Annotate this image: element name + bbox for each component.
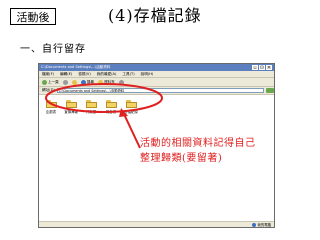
highlight-ellipse [45, 83, 163, 113]
annotation-line-1: 活動的相關資料記得自己 [140, 138, 256, 149]
callout-arrow-line [122, 111, 141, 149]
annotation-overlay [45, 83, 163, 149]
annotation-note: 活動的相關資料記得自己 整理歸類(要留著) [140, 136, 256, 166]
callout-arrowhead [119, 108, 128, 117]
annotation-line-2: 整理歸類(要留著) [140, 153, 223, 164]
